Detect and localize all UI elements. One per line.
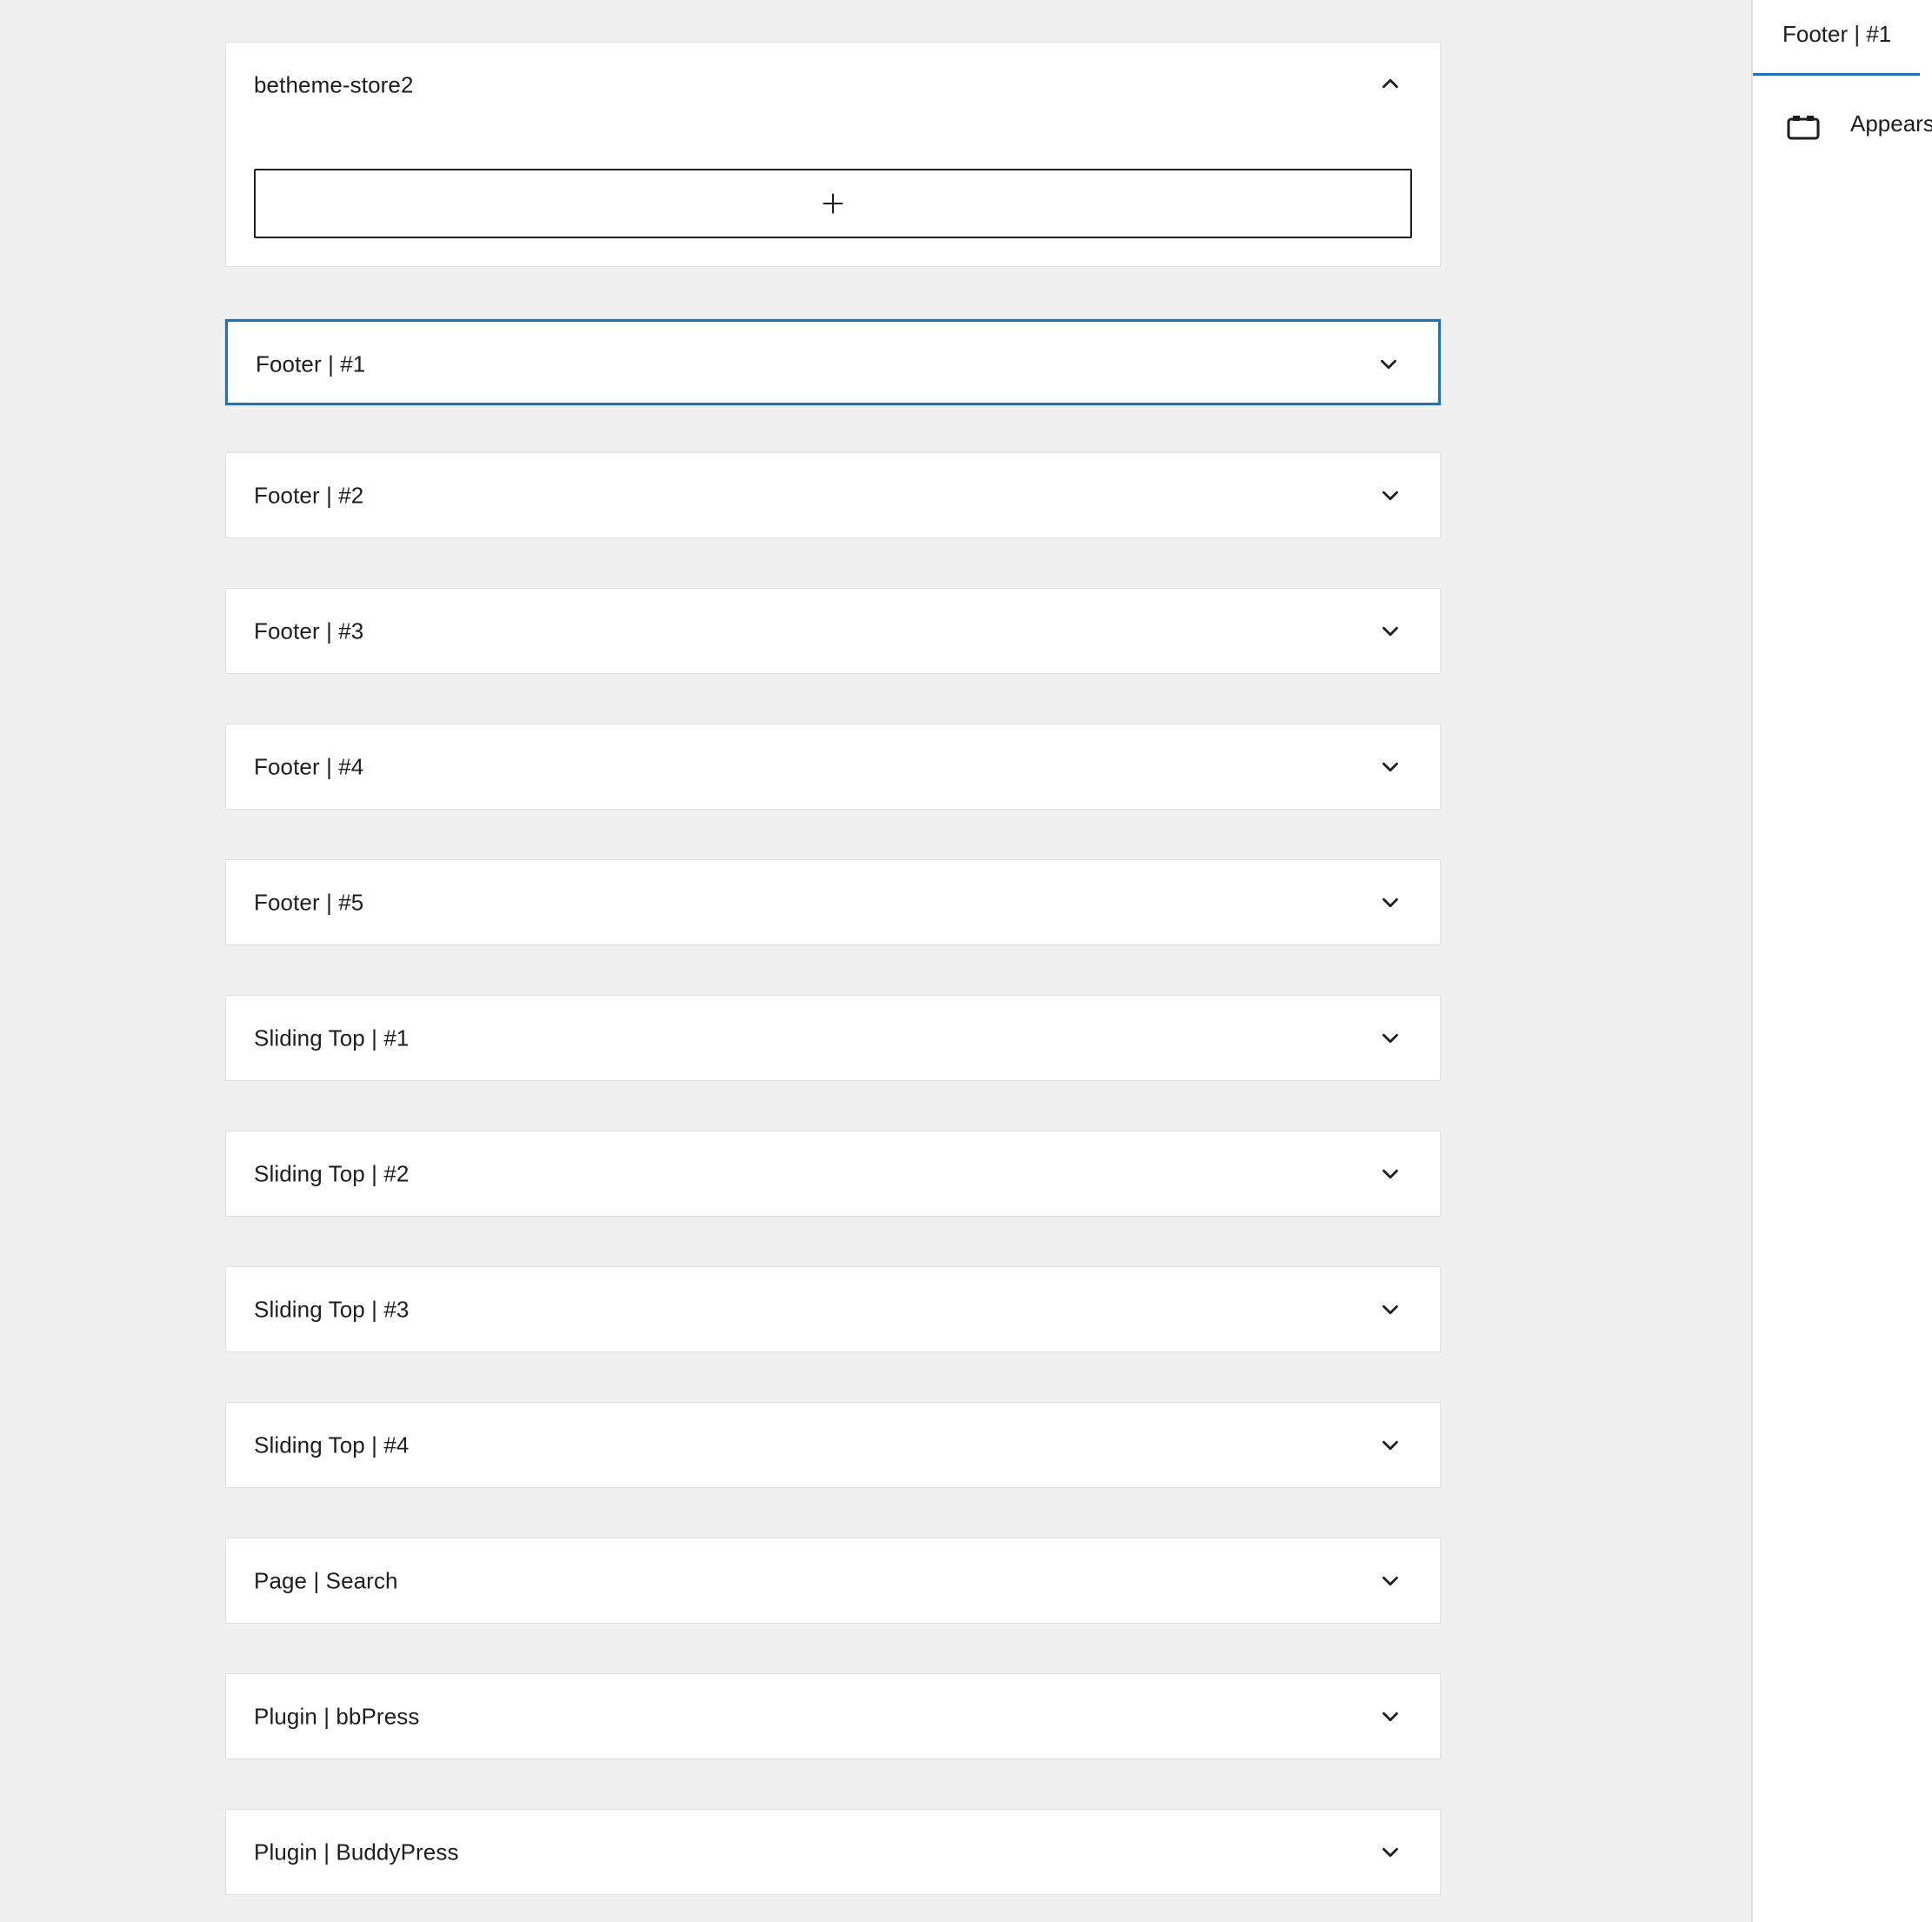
widget-area-sliding-top-2: Sliding Top | #2 <box>225 1131 1441 1217</box>
widget-area-toggle[interactable]: Footer | #3 <box>226 589 1440 673</box>
widget-area-toggle[interactable]: Plugin | bbPress <box>226 1674 1440 1758</box>
chevron-down-icon <box>1377 754 1403 780</box>
widget-area-footer-3: Footer | #3 <box>225 588 1441 674</box>
chevron-up-icon <box>1377 70 1403 97</box>
widget-area-title: Footer | #4 <box>254 753 364 779</box>
widget-area-footer-1: Footer | #1 <box>225 319 1441 405</box>
chevron-down-icon <box>1377 1432 1403 1458</box>
widget-area-title: Footer | #3 <box>254 617 364 644</box>
widget-area-toggle[interactable]: Sliding Top | #1 <box>226 996 1440 1080</box>
add-block-button[interactable] <box>254 169 1412 238</box>
widget-area-page-search: Page | Search <box>225 1538 1441 1624</box>
chevron-down-icon <box>1377 1161 1403 1187</box>
widget-areas-canvas: betheme-store2 Footer | #1 Footer | #2 F… <box>0 0 1751 1922</box>
chevron-down-icon <box>1377 618 1403 644</box>
widget-area-title: Sliding Top | #3 <box>254 1296 410 1322</box>
widget-area-title: betheme-store2 <box>254 71 414 98</box>
chevron-down-icon <box>1377 1839 1403 1865</box>
widget-area-title: Footer | #5 <box>254 889 364 915</box>
widget-area-toggle[interactable]: Footer | #4 <box>226 724 1440 809</box>
widget-area-title: Page | Search <box>254 1567 398 1593</box>
chevron-down-icon <box>1376 351 1402 377</box>
chevron-down-icon <box>1377 1025 1403 1051</box>
widget-area-title: Plugin | BuddyPress <box>254 1839 459 1865</box>
widget-area-toggle[interactable]: Footer | #5 <box>226 860 1440 944</box>
widget-area-title: Sliding Top | #4 <box>254 1431 410 1458</box>
widget-area-toggle[interactable]: Footer | #1 <box>228 322 1438 406</box>
widget-area-sliding-top-1: Sliding Top | #1 <box>225 995 1441 1081</box>
widget-area-toggle[interactable]: Sliding Top | #3 <box>226 1267 1440 1351</box>
widget-area-plugin-bbpress: Plugin | bbPress <box>225 1673 1441 1759</box>
widget-area-title: Sliding Top | #1 <box>254 1024 410 1051</box>
settings-sidebar: Footer | #1 Appears in the site. <box>1751 0 1932 1922</box>
widget-area-title: Sliding Top | #2 <box>254 1160 410 1186</box>
widget-area-toggle[interactable]: Plugin | BuddyPress <box>226 1810 1440 1894</box>
chevron-down-icon <box>1377 1704 1403 1730</box>
widget-area-betheme-store2: betheme-store2 <box>225 42 1441 267</box>
widget-area-plugin-buddypress: Plugin | BuddyPress <box>225 1809 1441 1895</box>
widget-area-title: Footer | #1 <box>256 350 366 377</box>
sidebar-tab-label: Footer | #1 <box>1782 21 1892 47</box>
chevron-down-icon <box>1377 890 1403 916</box>
widget-area-icon <box>1786 113 1821 141</box>
chevron-down-icon <box>1377 1297 1403 1323</box>
sidebar-tab-widget-area[interactable]: Footer | #1 <box>1753 0 1920 76</box>
widget-area-description: Appears in the site. <box>1850 110 1932 137</box>
widget-area-toggle[interactable]: Sliding Top | #4 <box>226 1403 1440 1487</box>
chevron-down-icon <box>1377 483 1403 509</box>
widget-area-toggle[interactable]: betheme-store2 <box>226 43 1440 126</box>
widget-area-sliding-top-3: Sliding Top | #3 <box>225 1266 1441 1352</box>
widget-area-footer-4: Footer | #4 <box>225 724 1441 810</box>
plus-icon <box>821 191 845 216</box>
chevron-down-icon <box>1377 1568 1403 1594</box>
widget-area-toggle[interactable]: Page | Search <box>226 1538 1440 1623</box>
widget-area-toggle[interactable]: Sliding Top | #2 <box>226 1131 1440 1216</box>
active-tab-indicator <box>1753 73 1920 76</box>
widget-area-toggle[interactable]: Footer | #2 <box>226 453 1440 537</box>
widget-area-sliding-top-4: Sliding Top | #4 <box>225 1402 1441 1488</box>
widget-area-title: Footer | #2 <box>254 482 364 508</box>
widget-area-title: Plugin | bbPress <box>254 1703 420 1729</box>
widget-area-footer-5: Footer | #5 <box>225 859 1441 945</box>
widget-area-footer-2: Footer | #2 <box>225 452 1441 538</box>
